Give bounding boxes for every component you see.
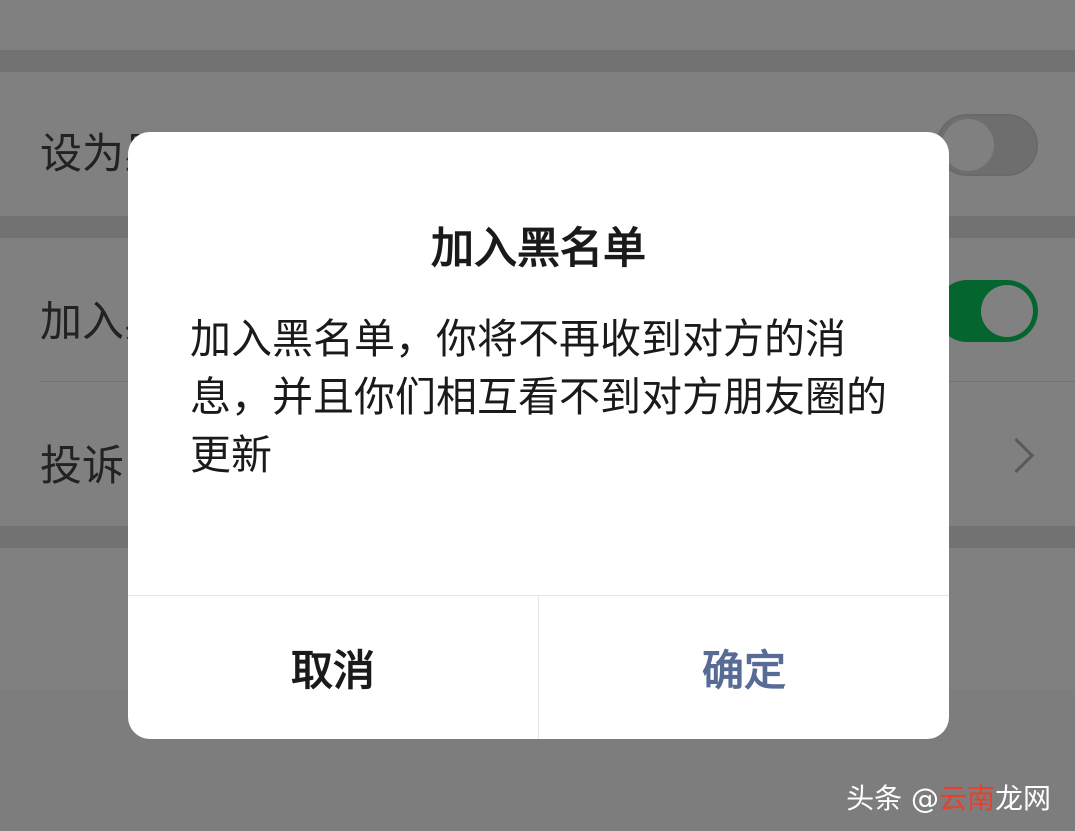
watermark-middle: 云南 bbox=[938, 782, 995, 815]
watermark: 头条 @云南龙网 bbox=[846, 777, 1051, 817]
blacklist-switch[interactable] bbox=[936, 280, 1038, 342]
report-label[interactable]: 投诉 bbox=[40, 432, 124, 493]
chevron-right-icon bbox=[998, 437, 1035, 474]
watermark-suffix: 龙网 bbox=[994, 782, 1051, 815]
watermark-prefix: 头条 @ bbox=[846, 782, 939, 815]
dialog-title: 加入黑名单 bbox=[431, 224, 646, 274]
confirm-button[interactable]: 确定 bbox=[539, 596, 949, 739]
star-friend-switch[interactable] bbox=[936, 114, 1038, 176]
dialog-actions: 取消 确定 bbox=[128, 595, 949, 739]
switch-knob bbox=[981, 285, 1033, 337]
blacklist-dialog: 加入黑名单 加入黑名单，你将不再收到对方的消息，并且你们相互看不到对方朋友圈的更… bbox=[128, 132, 949, 739]
switch-knob bbox=[942, 119, 994, 171]
section-gap bbox=[0, 50, 1075, 72]
cancel-button[interactable]: 取消 bbox=[128, 596, 539, 739]
top-cell bbox=[0, 0, 1075, 50]
dialog-message: 加入黑名单，你将不再收到对方的消息，并且你们相互看不到对方朋友圈的更新 bbox=[190, 315, 887, 479]
